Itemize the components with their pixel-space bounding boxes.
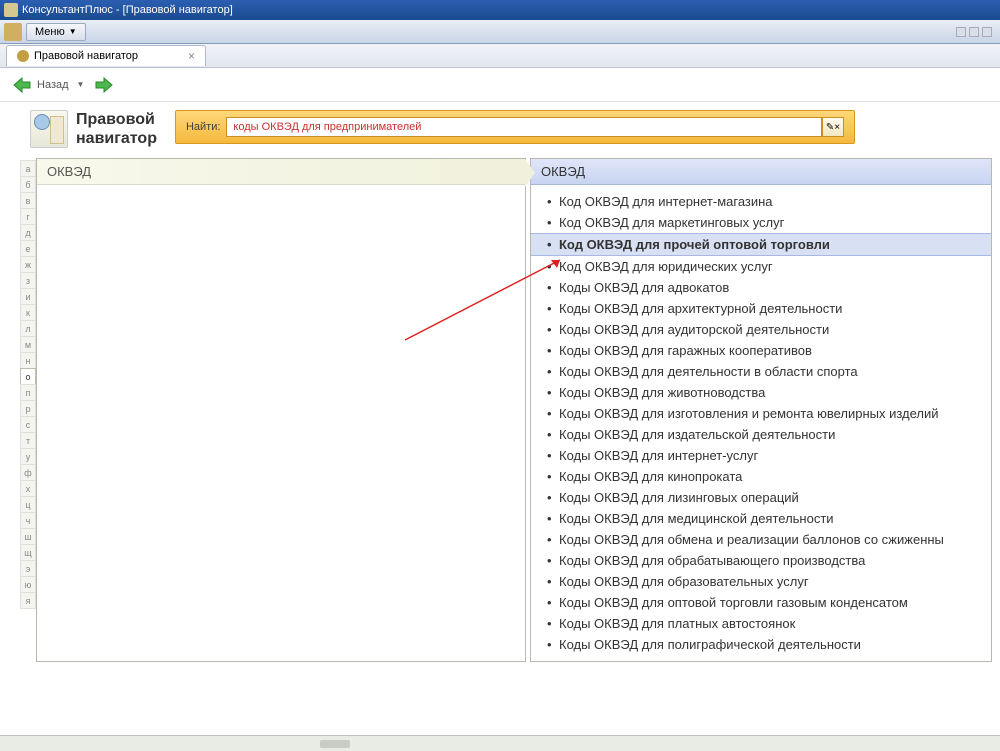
page-title: Правовой навигатор bbox=[76, 110, 157, 148]
toolbar-right bbox=[956, 27, 992, 37]
search-label: Найти: bbox=[186, 121, 220, 133]
topic-item[interactable]: Коды ОКВЭД для медицинской деятельности bbox=[531, 508, 991, 529]
topic-item[interactable]: Коды ОКВЭД для платных автостоянок bbox=[531, 613, 991, 634]
alpha-letter[interactable]: к bbox=[20, 304, 36, 321]
menu-label: Меню bbox=[35, 26, 65, 38]
alpha-letter[interactable]: ж bbox=[20, 256, 36, 273]
tab-navigator[interactable]: Правовой навигатор × bbox=[6, 45, 206, 66]
topic-item[interactable]: Код ОКВЭД для юридических услуг bbox=[531, 256, 991, 277]
alpha-letter[interactable]: у bbox=[20, 448, 36, 465]
alpha-letter[interactable]: ц bbox=[20, 496, 36, 513]
alpha-letter[interactable]: д bbox=[20, 224, 36, 241]
topics-panel: ОКВЭД Код ОКВЭД для интернет-магазинаКод… bbox=[530, 158, 992, 662]
window-title: КонсультантПлюс - [Правовой навигатор] bbox=[22, 0, 233, 20]
alpha-letter[interactable]: ф bbox=[20, 464, 36, 481]
categories-header: ОКВЭД bbox=[37, 159, 525, 185]
topic-item[interactable]: Коды ОКВЭД для изготовления и ремонта юв… bbox=[531, 403, 991, 424]
alpha-letter[interactable]: о bbox=[20, 368, 36, 385]
status-bar bbox=[0, 735, 1000, 751]
alpha-letter[interactable]: х bbox=[20, 480, 36, 497]
topic-item[interactable]: Коды ОКВЭД для архитектурной деятельност… bbox=[531, 298, 991, 319]
topic-item[interactable]: Коды ОКВЭД для оптовой торговли газовым … bbox=[531, 592, 991, 613]
topic-item[interactable]: Коды ОКВЭД для деятельности в области сп… bbox=[531, 361, 991, 382]
menu-bar: Меню ▼ bbox=[0, 20, 1000, 44]
forward-button[interactable] bbox=[94, 76, 114, 94]
topic-item[interactable]: Коды ОКВЭД для образовательных услуг bbox=[531, 571, 991, 592]
alpha-letter[interactable]: р bbox=[20, 400, 36, 417]
alpha-letter[interactable]: а bbox=[20, 160, 36, 177]
alpha-letter[interactable]: ш bbox=[20, 528, 36, 545]
alpha-letter[interactable]: е bbox=[20, 240, 36, 257]
alpha-letter[interactable]: ю bbox=[20, 576, 36, 593]
app-icon bbox=[4, 3, 18, 17]
search-clear-button[interactable]: ✎× bbox=[822, 117, 844, 137]
topic-item[interactable]: Код ОКВЭД для интернет-магазина bbox=[531, 191, 991, 212]
topic-item[interactable]: Коды ОКВЭД для лизинговых операций bbox=[531, 487, 991, 508]
close-icon[interactable]: × bbox=[188, 49, 195, 63]
search-input[interactable] bbox=[226, 117, 822, 137]
tab-bar: Правовой навигатор × bbox=[0, 44, 1000, 68]
alpha-letter[interactable]: и bbox=[20, 288, 36, 305]
tab-icon bbox=[17, 50, 29, 62]
alpha-letter[interactable]: з bbox=[20, 272, 36, 289]
topic-item[interactable]: Коды ОКВЭД для аудиторской деятельности bbox=[531, 319, 991, 340]
menu-button[interactable]: Меню ▼ bbox=[26, 23, 86, 41]
alpha-letter[interactable]: п bbox=[20, 384, 36, 401]
alpha-letter[interactable]: э bbox=[20, 560, 36, 577]
toolbar-button[interactable] bbox=[956, 27, 966, 37]
window-titlebar: КонсультантПлюс - [Правовой навигатор] bbox=[0, 0, 1000, 20]
alpha-letter[interactable]: т bbox=[20, 432, 36, 449]
back-button[interactable] bbox=[12, 76, 32, 94]
topic-item[interactable]: Коды ОКВЭД для издательской деятельности bbox=[531, 424, 991, 445]
alpha-letter[interactable]: щ bbox=[20, 544, 36, 561]
alpha-letter[interactable]: н bbox=[20, 352, 36, 369]
chevron-down-icon: ▼ bbox=[69, 27, 77, 36]
alpha-letter[interactable]: в bbox=[20, 192, 36, 209]
search-bar: Найти: ✎× bbox=[175, 110, 855, 144]
alphabet-index: абвгдежзиклмнопрстуфхцчшщэюя bbox=[20, 160, 36, 662]
topic-item[interactable]: Коды ОКВЭД для гаражных кооперативов bbox=[531, 340, 991, 361]
alpha-letter[interactable]: я bbox=[20, 592, 36, 609]
topic-item[interactable]: Коды ОКВЭД для адвокатов bbox=[531, 277, 991, 298]
topic-item[interactable]: Коды ОКВЭД для кинопроката bbox=[531, 466, 991, 487]
back-label: Назад bbox=[37, 79, 69, 91]
toolbar-button[interactable] bbox=[982, 27, 992, 37]
topic-item[interactable]: Код ОКВЭД для маркетинговых услуг bbox=[531, 212, 991, 233]
tab-label: Правовой навигатор bbox=[34, 50, 138, 62]
app-menu-icon[interactable] bbox=[4, 23, 22, 41]
back-dropdown[interactable]: ▼ bbox=[77, 80, 85, 89]
page-header: Правовой навигатор Найти: ✎× bbox=[0, 102, 1000, 152]
navigation-bar: Назад ▼ bbox=[0, 68, 1000, 102]
categories-panel: ОКВЭД bbox=[36, 158, 526, 662]
alpha-letter[interactable]: г bbox=[20, 208, 36, 225]
topic-item[interactable]: Коды ОКВЭД для обмена и реализации балло… bbox=[531, 529, 991, 550]
alpha-letter[interactable]: м bbox=[20, 336, 36, 353]
main-content: абвгдежзиклмнопрстуфхцчшщэюя ОКВЭД ОКВЭД… bbox=[0, 152, 1000, 662]
topics-list[interactable]: Код ОКВЭД для интернет-магазинаКод ОКВЭД… bbox=[531, 185, 991, 661]
alpha-letter[interactable]: с bbox=[20, 416, 36, 433]
alpha-letter[interactable]: л bbox=[20, 320, 36, 337]
navigator-logo-icon bbox=[30, 110, 68, 148]
topic-item[interactable]: Коды ОКВЭД для интернет-услуг bbox=[531, 445, 991, 466]
alpha-letter[interactable]: б bbox=[20, 176, 36, 193]
topic-item[interactable]: Коды ОКВЭД для обрабатывающего производс… bbox=[531, 550, 991, 571]
topic-item[interactable]: Коды ОКВЭД для животноводства bbox=[531, 382, 991, 403]
topics-header: ОКВЭД bbox=[531, 159, 991, 185]
topic-item[interactable]: Код ОКВЭД для прочей оптовой торговли bbox=[531, 233, 991, 256]
toolbar-button[interactable] bbox=[969, 27, 979, 37]
alpha-letter[interactable]: ч bbox=[20, 512, 36, 529]
topic-item[interactable]: Коды ОКВЭД для полиграфической деятельно… bbox=[531, 634, 991, 655]
